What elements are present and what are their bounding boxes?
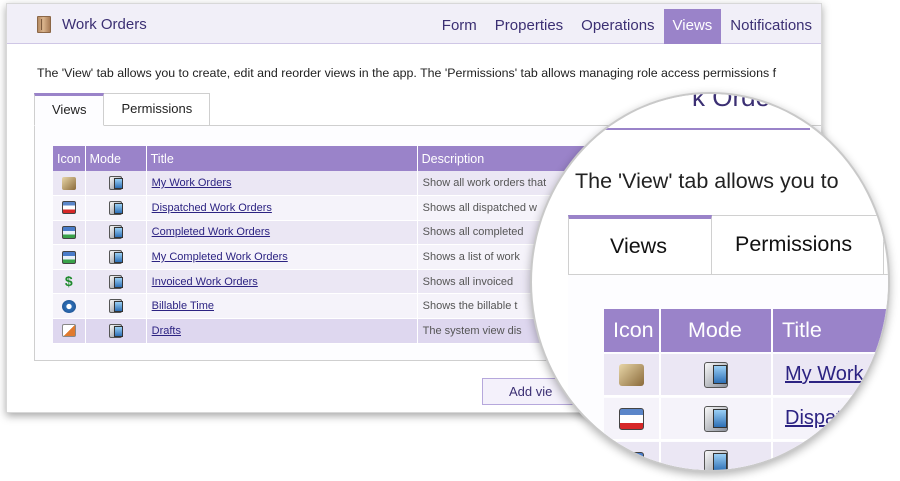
clock-icon [61,299,76,313]
title-cell: Dispatched Work Orders [146,195,418,221]
tab-operations[interactable]: Operations [572,9,663,44]
title-cell: My Work Orders [146,171,418,197]
title-cell: My Completed Work Orders [146,244,418,270]
book-icon [37,16,51,33]
title-cell: Drafts [146,318,418,344]
magnified-title-link[interactable] [773,442,888,470]
column-header-mode: Mode [85,146,147,171]
tablet-mode-icon [109,323,124,338]
magnified-row[interactable] [604,442,888,470]
tablet-mode-icon [109,274,124,289]
icon-cell [53,171,86,197]
nav-tabs: Form Properties Operations Views Notific… [433,9,821,44]
draft-icon [61,324,76,338]
title-cell: Invoiced Work Orders [146,269,418,295]
magnified-intro-text: The 'View' tab allows you to [575,169,839,193]
magnified-header-mode: Mode [661,309,773,352]
magnified-subtab-views[interactable]: Views [568,215,712,275]
subtab-views[interactable]: Views [34,93,105,126]
tablet-mode-icon [109,176,124,191]
mode-cell [85,195,147,221]
completed-icon [61,225,76,239]
magnifier-callout: k Orde The 'View' tab allows you to View… [530,92,890,472]
magnified-content: k Orde The 'View' tab allows you to View… [532,92,888,470]
tablet-mode-icon [704,361,728,388]
icon-cell [53,318,86,344]
drill-icon [61,176,76,190]
icon-cell [53,293,86,320]
magnified-mode-cell [661,354,773,397]
mode-cell [85,269,147,295]
tab-properties[interactable]: Properties [486,9,572,44]
view-title-link[interactable]: My Completed Work Orders [152,251,288,263]
magnified-header-title: Title [773,309,888,352]
top-bar: Work Orders Form Properties Operations V… [7,4,821,44]
magnified-title-link[interactable]: Dispat [773,398,888,441]
view-title-link[interactable]: My Work Orders [152,177,232,189]
column-header-icon: Icon [53,146,86,171]
column-header-title: Title [146,146,418,171]
tablet-mode-icon [109,200,124,215]
drill-icon [619,363,644,386]
icon-cell [53,220,86,246]
dollar-icon: $ [64,273,73,290]
tablet-mode-icon [704,405,728,432]
magnified-icon-cell [604,354,661,397]
mode-cell [85,220,147,246]
dispatch-icon [61,201,76,215]
icon-cell [53,195,86,221]
title-cell: Billable Time [146,293,418,320]
tab-notifications[interactable]: Notifications [721,9,821,44]
tablet-mode-icon [109,225,124,240]
tablet-mode-icon [704,449,728,470]
view-title-link[interactable]: Completed Work Orders [152,226,270,238]
mode-cell [85,293,147,320]
completed-icon [619,451,644,470]
view-title-link[interactable]: Billable Time [152,300,214,312]
tab-views[interactable]: Views [663,9,722,44]
sub-tabs: Views Permissions [34,93,211,126]
subtab-permissions[interactable]: Permissions [103,93,211,126]
magnified-mode-cell [661,398,773,441]
view-title-link[interactable]: Dispatched Work Orders [152,202,272,214]
tablet-mode-icon [109,299,124,314]
icon-cell: $ [53,269,86,295]
magnified-row[interactable]: Dispat [604,398,888,441]
magnified-header-icon: Icon [604,309,661,352]
dispatch-icon [619,407,644,430]
magnified-row[interactable]: My Work O [604,354,888,397]
magnified-icon-cell [604,398,661,441]
title-cell: Completed Work Orders [146,220,418,246]
view-title-link[interactable]: Drafts [152,325,181,337]
tab-form[interactable]: Form [433,9,486,44]
tablet-mode-icon [109,250,124,265]
magnified-subtab-permissions[interactable]: Permissions [712,215,884,275]
intro-text: The 'View' tab allows you to create, edi… [37,66,777,80]
magnified-table-header: Icon Mode Title [604,309,888,352]
mode-cell [85,318,147,344]
icon-cell [53,244,86,270]
magnified-app-title: k Orde [692,92,771,112]
magnified-mode-cell [661,442,773,470]
mode-cell [85,244,147,270]
mode-cell [85,171,147,197]
magnified-title-link[interactable]: My Work O [773,354,888,397]
view-title-link[interactable]: Invoiced Work Orders [152,276,258,288]
magnified-sub-tabs: Views Permissions [568,215,884,275]
magnified-icon-cell [604,442,661,470]
completed-icon [61,250,76,264]
app-title: Work Orders [62,16,147,33]
